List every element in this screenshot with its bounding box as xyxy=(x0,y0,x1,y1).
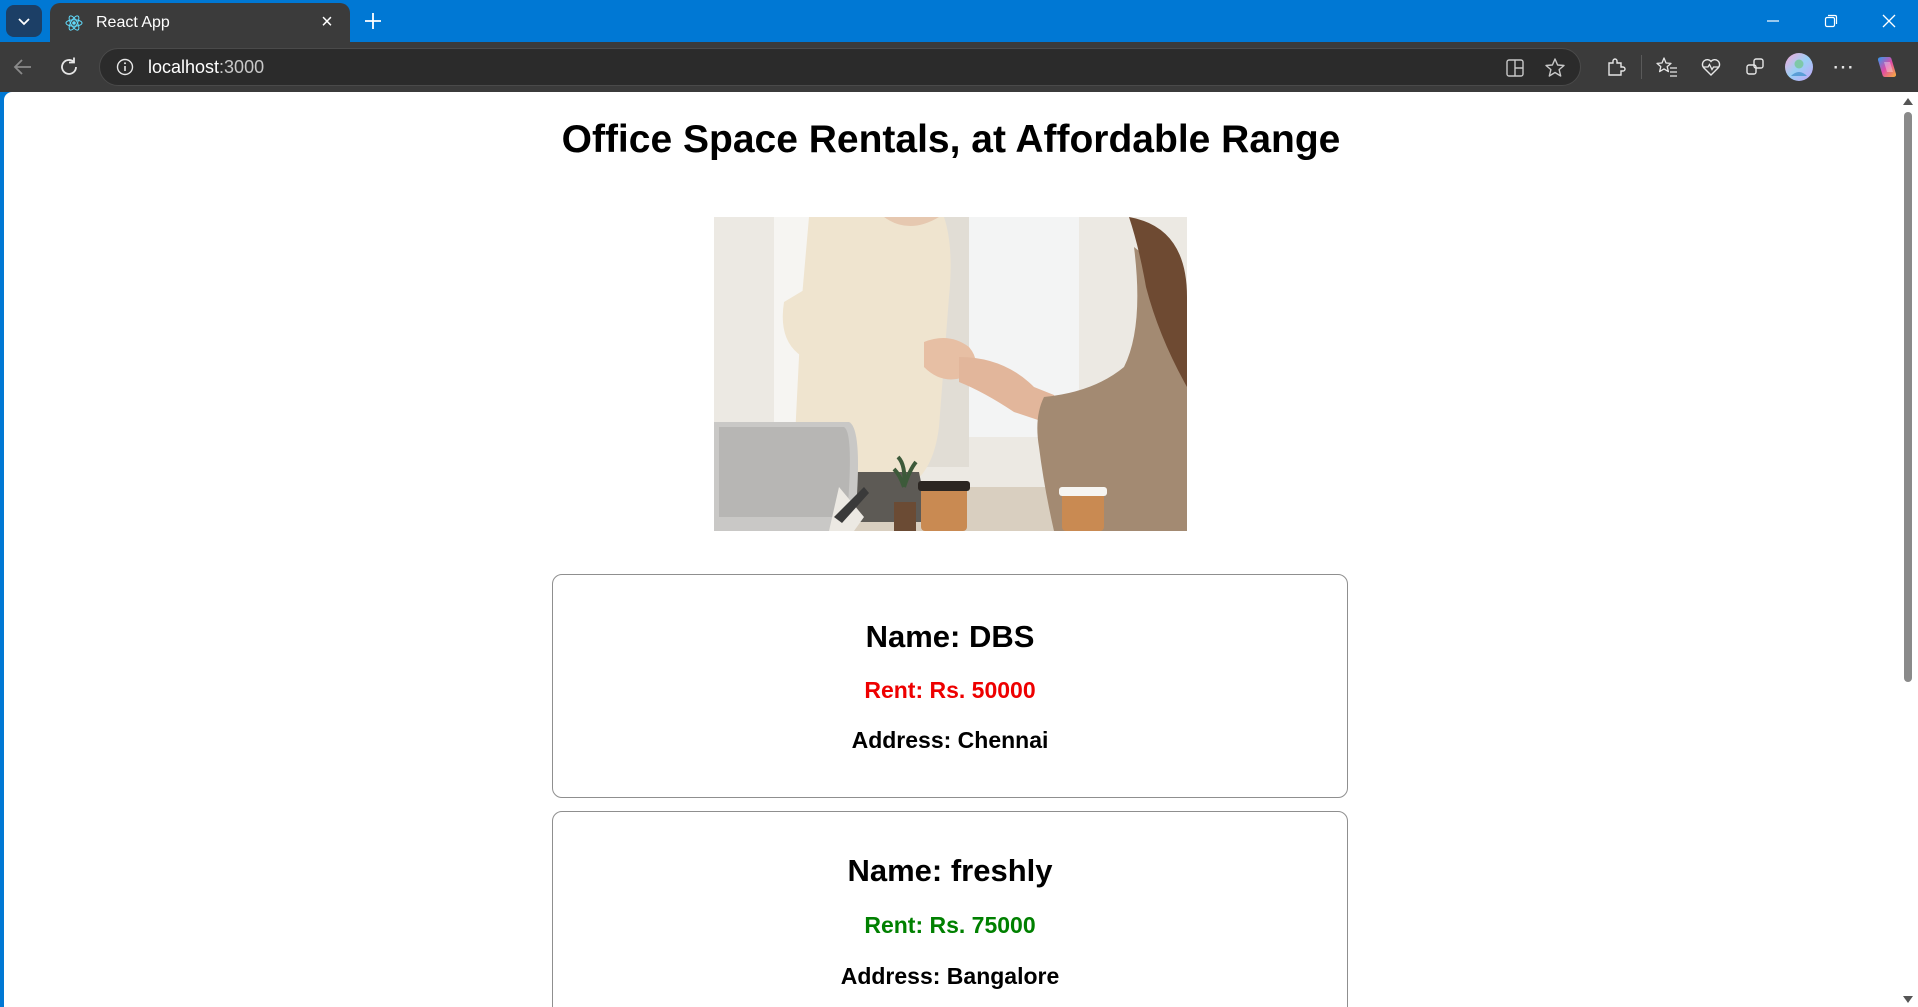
split-screen-icon[interactable] xyxy=(1500,53,1530,83)
refresh-button[interactable] xyxy=(52,51,86,83)
profile-avatar-icon[interactable] xyxy=(1777,50,1821,84)
office-address: Address: Bangalore xyxy=(840,963,1060,989)
page-scrollbar[interactable] xyxy=(1898,92,1918,1007)
office-address: Address: Chennai xyxy=(851,727,1049,753)
close-tab-button[interactable]: × xyxy=(316,11,338,34)
back-button[interactable] xyxy=(6,51,40,83)
favorite-star-icon[interactable] xyxy=(1540,53,1570,83)
more-options-icon[interactable]: ⋯ xyxy=(1821,50,1865,84)
restore-button[interactable] xyxy=(1802,0,1860,42)
browser-titlebar: React App × xyxy=(0,0,1918,42)
url-text[interactable]: localhost:3000 xyxy=(148,57,264,78)
site-info-icon[interactable] xyxy=(114,56,136,78)
url-host: localhost xyxy=(148,56,220,77)
page-title: Office Space Rentals, at Affordable Rang… xyxy=(561,118,1341,161)
react-logo-icon xyxy=(64,13,84,33)
office-card-freshly: Name: freshly Rent: Rs. 75000 Address: B… xyxy=(552,811,1348,1007)
restore-icon xyxy=(1824,14,1838,28)
collections-icon[interactable] xyxy=(1733,50,1777,84)
tab-title: React App xyxy=(96,13,170,31)
scroll-up-arrow-icon[interactable] xyxy=(1903,98,1913,105)
office-name: Name: DBS xyxy=(865,619,1035,654)
minimize-button[interactable] xyxy=(1744,0,1802,42)
scrollbar-thumb[interactable] xyxy=(1904,112,1912,682)
close-window-button[interactable] xyxy=(1860,0,1918,42)
office-card-dbs: Name: DBS Rent: Rs. 50000 Address: Chenn… xyxy=(552,574,1348,798)
copilot-icon[interactable] xyxy=(1865,50,1909,84)
office-rent: Rent: Rs. 75000 xyxy=(864,912,1036,938)
address-bar[interactable]: localhost:3000 xyxy=(99,48,1581,86)
favorites-list-icon[interactable] xyxy=(1645,50,1689,84)
plus-icon xyxy=(365,13,381,29)
tab-actions-menu-button[interactable] xyxy=(6,5,42,37)
close-icon xyxy=(1882,14,1896,28)
page-viewport: Office Space Rentals, at Affordable Rang… xyxy=(4,92,1898,1007)
url-port: :3000 xyxy=(219,56,265,77)
office-handshake-image xyxy=(714,217,1187,531)
minimize-icon xyxy=(1767,20,1779,22)
chevron-down-icon xyxy=(18,18,30,26)
browser-toolbar: localhost:3000 ⋯ xyxy=(0,42,1918,92)
scroll-down-arrow-icon[interactable] xyxy=(1903,996,1913,1003)
back-arrow-icon xyxy=(13,59,31,75)
window-controls xyxy=(1744,0,1918,42)
refresh-icon xyxy=(61,57,77,75)
toolbar-actions: ⋯ xyxy=(1594,50,1909,84)
browser-essentials-heart-icon[interactable] xyxy=(1689,50,1733,84)
extensions-puzzle-icon[interactable] xyxy=(1594,50,1638,84)
office-name: Name: freshly xyxy=(847,853,1053,888)
office-rent: Rent: Rs. 50000 xyxy=(864,677,1036,703)
browser-tab-react-app[interactable]: React App × xyxy=(50,3,350,42)
toolbar-separator xyxy=(1641,55,1642,79)
address-bar-actions xyxy=(1500,53,1570,83)
new-tab-button[interactable] xyxy=(358,6,388,36)
